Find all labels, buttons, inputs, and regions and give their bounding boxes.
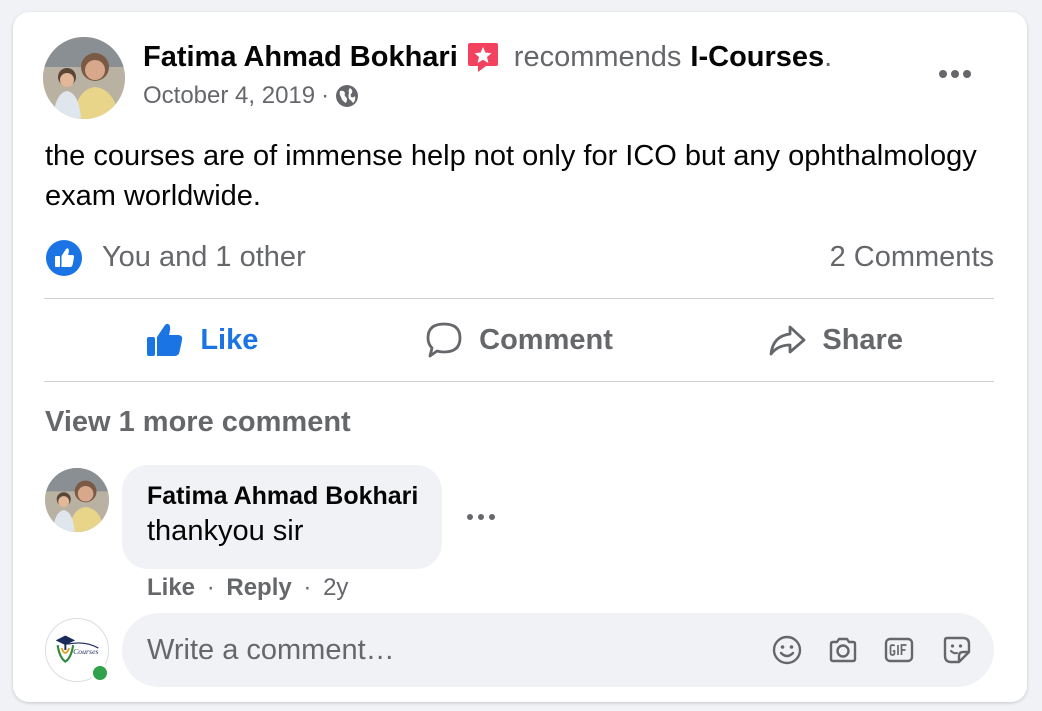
comment-like-link[interactable]: Like bbox=[147, 574, 195, 601]
more-dot-icon bbox=[939, 70, 947, 78]
comment-button[interactable]: Comment bbox=[361, 302, 678, 378]
author-photo bbox=[43, 37, 125, 119]
more-dot-icon bbox=[478, 514, 484, 520]
action-bar: Like Comment Share bbox=[44, 302, 994, 378]
comment-composer bbox=[122, 613, 994, 687]
more-dot-icon bbox=[963, 70, 971, 78]
author-name[interactable]: Fatima Ahmad Bokhari bbox=[143, 41, 458, 74]
globe-icon[interactable] bbox=[335, 84, 359, 108]
reaction-summary: You and 1 other 2 Comments bbox=[46, 240, 996, 276]
speech-bubble-icon bbox=[425, 321, 463, 359]
comment-action-separator: · bbox=[303, 574, 312, 601]
comment-bubble: Fatima Ahmad Bokhari thankyou sir bbox=[122, 465, 442, 569]
post-options-button[interactable] bbox=[935, 62, 975, 86]
share-button[interactable]: Share bbox=[677, 302, 994, 378]
comment-input[interactable] bbox=[147, 613, 727, 687]
current-user-avatar[interactable]: Courses bbox=[45, 618, 110, 683]
meta-separator: · bbox=[321, 82, 330, 109]
comment-label: Comment bbox=[479, 323, 613, 356]
comment-text: thankyou sir bbox=[147, 515, 304, 547]
author-avatar[interactable] bbox=[43, 37, 125, 119]
reactions-text[interactable]: You and 1 other bbox=[102, 241, 306, 274]
page-name[interactable]: I-Courses bbox=[690, 41, 824, 74]
gif-icon[interactable] bbox=[883, 634, 915, 666]
smiley-icon[interactable] bbox=[771, 634, 803, 666]
comment-age[interactable]: 2y bbox=[323, 574, 348, 601]
i-courses-logo-text: Courses bbox=[73, 647, 98, 656]
post-header: Fatima Ahmad Bokhari recommends I-Course… bbox=[143, 40, 832, 74]
share-label: Share bbox=[822, 323, 903, 356]
commenter-avatar[interactable] bbox=[45, 468, 109, 532]
more-dot-icon bbox=[489, 514, 495, 520]
recommend-star-icon bbox=[466, 40, 500, 74]
online-status-dot bbox=[90, 663, 110, 683]
comment-author[interactable]: Fatima Ahmad Bokhari bbox=[147, 482, 442, 511]
view-more-comments-link[interactable]: View 1 more comment bbox=[45, 406, 351, 439]
post-meta: October 4, 2019 · bbox=[143, 82, 359, 110]
commenter-photo bbox=[45, 468, 109, 532]
like-label: Like bbox=[200, 323, 259, 356]
more-dot-icon bbox=[467, 514, 473, 520]
sticker-icon[interactable] bbox=[941, 634, 973, 666]
comment-action-separator: · bbox=[206, 574, 215, 601]
recommends-text: recommends bbox=[513, 40, 682, 73]
post-body-text: the courses are of immense help not only… bbox=[45, 140, 977, 212]
post-date[interactable]: October 4, 2019 bbox=[143, 82, 315, 110]
camera-icon[interactable] bbox=[827, 634, 859, 666]
share-arrow-icon bbox=[768, 321, 806, 359]
like-reaction-icon[interactable] bbox=[46, 240, 82, 276]
divider bbox=[44, 381, 994, 382]
header-period: . bbox=[824, 40, 833, 73]
more-dot-icon bbox=[951, 70, 959, 78]
post-card: Fatima Ahmad Bokhari recommends I-Course… bbox=[13, 12, 1027, 702]
comment-reply-link[interactable]: Reply bbox=[226, 574, 291, 601]
comment-actions: Like · Reply · 2y bbox=[147, 574, 348, 602]
thumbs-up-icon bbox=[146, 321, 184, 359]
divider bbox=[44, 298, 994, 299]
comment-options-button[interactable] bbox=[467, 512, 495, 522]
comments-count[interactable]: 2 Comments bbox=[830, 241, 994, 274]
like-button[interactable]: Like bbox=[44, 302, 361, 378]
